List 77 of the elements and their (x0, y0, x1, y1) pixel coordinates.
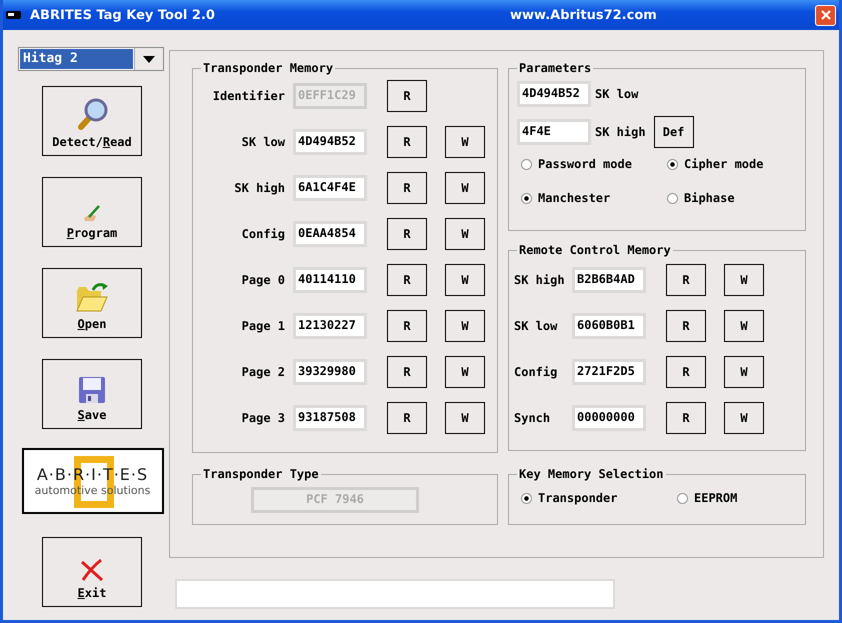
value-field[interactable]: 6A1C4F4E (293, 175, 367, 201)
close-button[interactable] (815, 4, 836, 26)
value-field[interactable]: 12130227 (293, 313, 367, 339)
open-button[interactable]: Open (42, 268, 142, 338)
read-button[interactable]: R (387, 172, 427, 204)
website-url: www.Abritus72.com (510, 8, 658, 22)
group-title: Parameters (518, 61, 592, 75)
value-field[interactable]: 2721F2D5 (572, 359, 646, 385)
field-label: SK low (595, 87, 638, 101)
sk-high-field[interactable]: 4F4E (517, 119, 591, 145)
write-button[interactable]: W (445, 356, 485, 388)
field-label: SK high (514, 273, 566, 287)
write-button[interactable]: W (445, 126, 485, 158)
group-title: Transponder Type (202, 467, 320, 481)
field-label: SK high (233, 181, 285, 195)
app-icon (6, 10, 22, 20)
write-button[interactable]: W (445, 218, 485, 250)
dropdown-arrow-icon (143, 56, 155, 62)
value-field[interactable]: 00000000 (572, 405, 646, 431)
program-button[interactable]: Program (42, 177, 142, 247)
default-button[interactable]: Def (654, 116, 694, 148)
field-label: Page 2 (240, 365, 285, 379)
group-title: Remote Control Memory (518, 243, 672, 257)
value-field[interactable]: 0EAA4854 (293, 221, 367, 247)
field-label: Page 0 (240, 273, 285, 287)
radio-button[interactable]: Password mode (521, 157, 667, 171)
write-button[interactable]: W (445, 310, 485, 342)
field-label: SK high (595, 125, 646, 139)
radio-button[interactable]: Biphase (667, 191, 797, 205)
exit-button[interactable]: Exit (42, 537, 142, 607)
field-label: Page 1 (240, 319, 285, 333)
radio-button[interactable]: EEPROM (677, 491, 797, 505)
read-button[interactable]: R (666, 356, 706, 388)
sk-low-field[interactable]: 4D494B52 (517, 81, 591, 107)
group-title: Transponder Memory (202, 61, 334, 75)
hand-pen-icon (82, 204, 102, 222)
group-title: Key Memory Selection (518, 467, 664, 481)
radio-button[interactable]: Transponder (521, 491, 677, 505)
read-button[interactable]: R (387, 402, 427, 434)
write-button[interactable]: W (445, 402, 485, 434)
field-label: SK low (240, 135, 285, 149)
write-button[interactable]: W (445, 264, 485, 296)
detect-button[interactable]: Detect/Read (42, 86, 142, 156)
read-button[interactable]: R (387, 126, 427, 158)
write-button[interactable]: W (724, 356, 764, 388)
read-button[interactable]: R (387, 310, 427, 342)
field-label: Config (240, 227, 285, 241)
field-label: SK low (514, 319, 558, 333)
value-field[interactable]: 93187508 (293, 405, 367, 431)
write-button[interactable]: W (445, 172, 485, 204)
close-icon (79, 558, 105, 582)
value-field[interactable]: 40114110 (293, 267, 367, 293)
read-button[interactable]: R (666, 402, 706, 434)
write-button[interactable]: W (724, 310, 764, 342)
read-button[interactable]: R (666, 264, 706, 296)
write-button[interactable]: W (724, 264, 764, 296)
read-button[interactable]: R (666, 310, 706, 342)
folder-icon (75, 281, 109, 313)
window-title: ABRITES Tag Key Tool 2.0 (30, 8, 216, 22)
field-label: Config (514, 365, 558, 379)
value-field[interactable]: 4D494B52 (293, 129, 367, 155)
close-icon (820, 10, 830, 20)
value-field[interactable]: B2B6B4AD (572, 267, 646, 293)
magnifier-icon (75, 97, 109, 131)
radio-button[interactable]: Cipher mode (667, 157, 797, 171)
read-button[interactable]: R (387, 264, 427, 296)
value-field[interactable]: 6060B0B1 (572, 313, 646, 339)
save-button[interactable]: Save (42, 359, 142, 429)
write-button[interactable]: W (724, 402, 764, 434)
value-field[interactable]: 39329980 (293, 359, 367, 385)
radio-button[interactable]: Manchester (521, 191, 667, 205)
field-label: Synch (514, 411, 552, 425)
read-button[interactable]: R (387, 356, 427, 388)
field-label: Identifier (212, 89, 285, 103)
read-button[interactable]: R (387, 218, 427, 250)
tag-type-dropdown[interactable]: Hitag 2 (18, 47, 164, 71)
field-label: Page 3 (240, 411, 285, 425)
